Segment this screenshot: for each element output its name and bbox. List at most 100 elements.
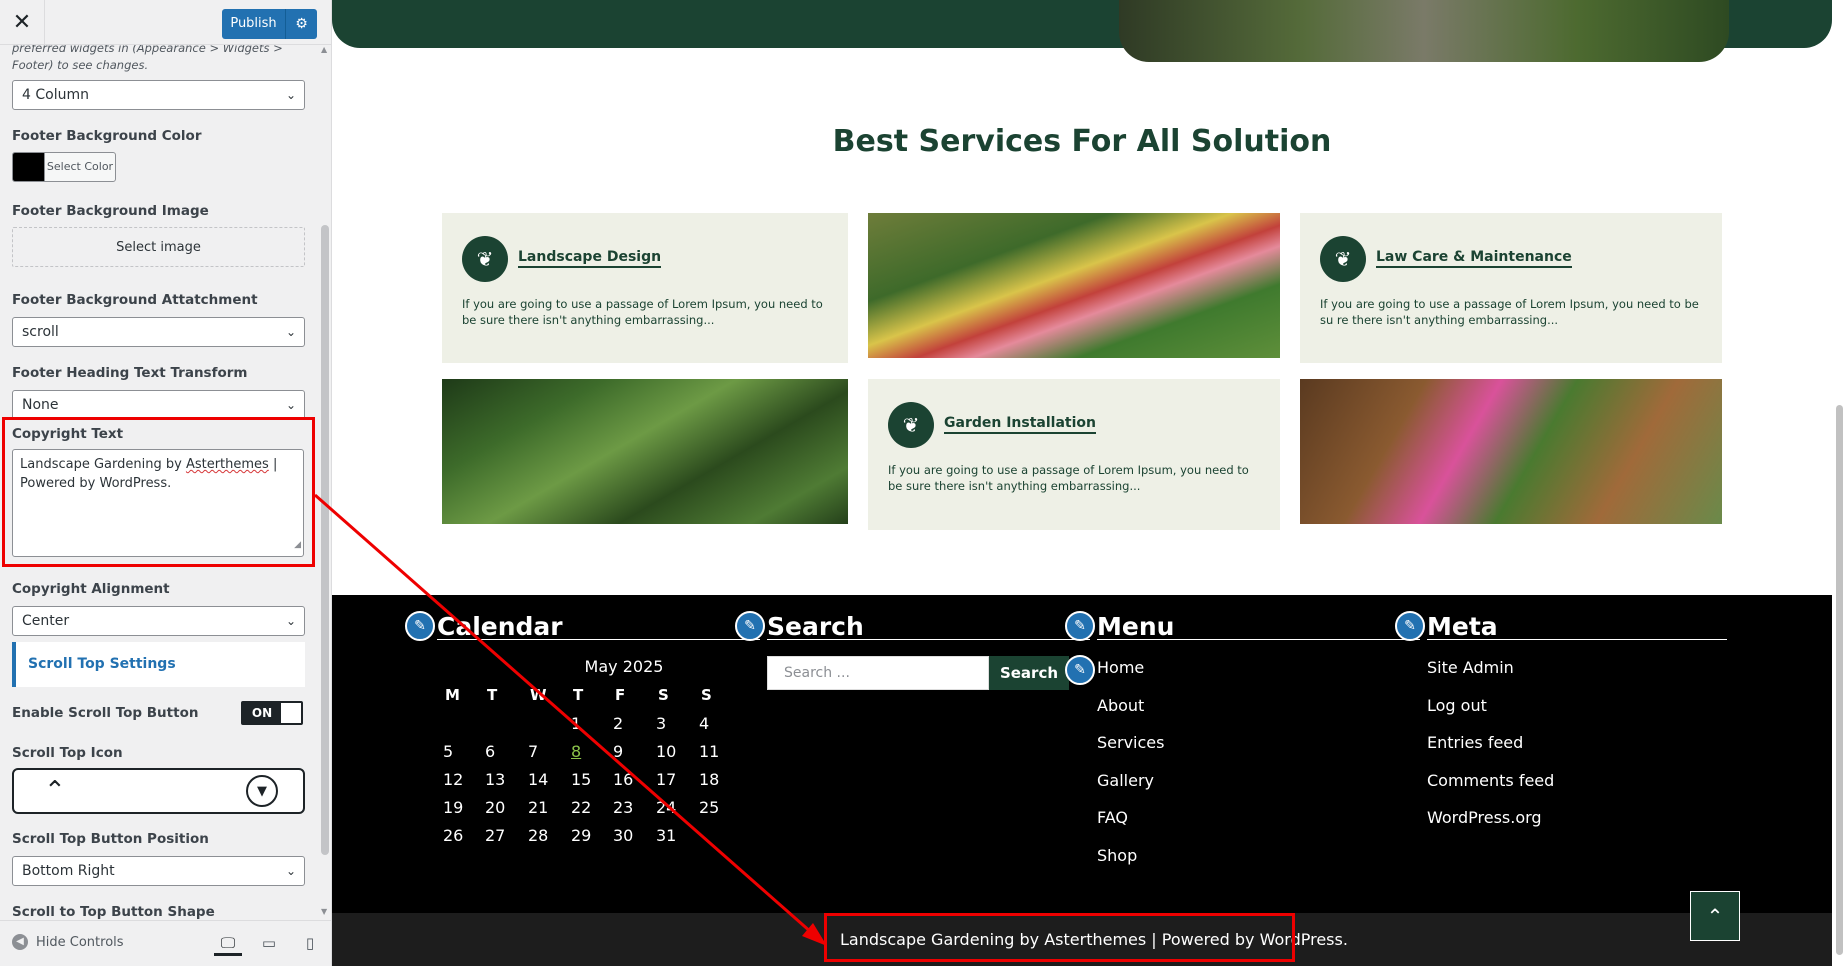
edit-widget-pencil-icon[interactable]: ✎: [735, 611, 765, 641]
footer-heading-transform-select[interactable]: None ⌄: [12, 390, 305, 420]
edit-widget-pencil-icon[interactable]: ✎: [405, 611, 435, 641]
calendar-day[interactable]: 5: [443, 742, 453, 761]
footer-bg-attachment-label: Footer Background Attatchment: [12, 292, 258, 308]
calendar-day[interactable]: 6: [485, 742, 495, 761]
service-card-title-link[interactable]: Landscape Design: [518, 249, 662, 268]
resize-handle-icon[interactable]: ◢: [294, 536, 301, 555]
chevron-down-icon: ⌄: [285, 614, 296, 628]
edit-widget-pencil-icon[interactable]: ✎: [1065, 611, 1095, 641]
scroll-down-arrow-icon[interactable]: ▼: [321, 907, 327, 916]
calendar-day[interactable]: 24: [656, 798, 676, 817]
meta-widget-title: Meta: [1427, 612, 1498, 641]
sidebar-scrollbar[interactable]: ▲ ▼: [318, 45, 331, 920]
color-swatch[interactable]: [13, 153, 44, 181]
footer-menu-link[interactable]: Gallery: [1097, 771, 1154, 790]
calendar-day[interactable]: 16: [613, 770, 633, 789]
calendar-weekday: F: [615, 686, 626, 704]
preview-scrollbar[interactable]: [1832, 0, 1846, 966]
calendar-day[interactable]: 3: [656, 714, 666, 733]
calendar-day[interactable]: 7: [528, 742, 538, 761]
desktop-preview-icon[interactable]: 🖵: [214, 930, 242, 956]
tablet-preview-icon[interactable]: ▭: [255, 930, 283, 956]
close-icon: ✕: [12, 10, 32, 35]
publish-button-group: Publish ⚙: [222, 9, 317, 39]
footer-meta-link[interactable]: Entries feed: [1427, 733, 1523, 752]
spellcheck-word: Asterthemes: [185, 457, 269, 472]
calendar-day[interactable]: 27: [485, 826, 505, 845]
calendar-day[interactable]: 2: [613, 714, 623, 733]
footer-bg-attachment-select[interactable]: scroll ⌄: [12, 317, 305, 347]
calendar-day[interactable]: 26: [443, 826, 463, 845]
footer-meta-link[interactable]: Site Admin: [1427, 658, 1514, 677]
mobile-preview-icon[interactable]: ▯: [296, 930, 324, 956]
calendar-day[interactable]: 4: [699, 714, 709, 733]
footer-menu-link[interactable]: About: [1097, 696, 1144, 715]
forest-photo: [442, 379, 848, 524]
footer-menu-link[interactable]: FAQ: [1097, 808, 1128, 827]
calendar-day[interactable]: 22: [571, 798, 591, 817]
copyright-textarea-line1: Landscape Gardening by Asterthemes |: [20, 455, 296, 474]
scroll-top-position-select[interactable]: Bottom Right ⌄: [12, 856, 305, 886]
service-card-title-link[interactable]: Garden Installation: [944, 415, 1096, 434]
footer-meta-link[interactable]: Log out: [1427, 696, 1487, 715]
search-title-underline: [767, 639, 1090, 640]
copyright-highlight-annotation: [824, 913, 1295, 962]
enable-scroll-top-toggle[interactable]: ON: [241, 701, 303, 725]
copyright-textarea[interactable]: Landscape Gardening by Asterthemes | Pow…: [12, 449, 304, 557]
footer-menu-link[interactable]: Services: [1097, 733, 1164, 752]
calendar-day[interactable]: 19: [443, 798, 463, 817]
calendar-day[interactable]: 23: [613, 798, 633, 817]
publish-settings-gear-icon[interactable]: ⚙: [286, 16, 317, 32]
calendar-day-today[interactable]: 8: [571, 742, 581, 761]
search-input[interactable]: Search ...: [767, 656, 989, 690]
search-button[interactable]: Search: [989, 656, 1069, 690]
chevron-down-circle-icon[interactable]: ▼: [246, 775, 278, 807]
calendar-day[interactable]: 12: [443, 770, 463, 789]
calendar-day[interactable]: 11: [699, 742, 719, 761]
close-customizer-button[interactable]: ✕: [0, 0, 45, 45]
calendar-day[interactable]: 14: [528, 770, 548, 789]
service-card-title-link[interactable]: Law Care & Maintenance: [1376, 249, 1572, 268]
scroll-top-settings-section[interactable]: Scroll Top Settings: [12, 642, 305, 687]
scroll-top-icon-picker[interactable]: ⌃ ▼: [12, 768, 305, 814]
publish-button[interactable]: Publish: [222, 9, 286, 39]
scroll-up-arrow-icon[interactable]: ▲: [321, 45, 327, 54]
site-preview: Best Services For All Solution ❦ Landsca…: [332, 0, 1846, 966]
calendar-day[interactable]: 20: [485, 798, 505, 817]
footer-heading-transform-value: None: [22, 397, 59, 413]
calendar-day[interactable]: 13: [485, 770, 505, 789]
service-card-text: If you are going to use a passage of Lor…: [1320, 297, 1699, 327]
edit-widget-pencil-icon[interactable]: ✎: [1395, 611, 1425, 641]
preview-scrollbar-thumb[interactable]: [1836, 405, 1843, 955]
calendar-day[interactable]: 21: [528, 798, 548, 817]
calendar-day[interactable]: 1: [571, 714, 581, 733]
sprout-icon: ❦: [888, 402, 934, 448]
footer-bg-color-picker[interactable]: Select Color: [12, 152, 116, 182]
footer-widgets-description: preferred widgets in (Appearance > Widge…: [12, 45, 283, 72]
hero-garden-image: [1119, 0, 1729, 62]
footer-columns-select[interactable]: 4 Column ⌄: [12, 80, 305, 110]
chevron-down-icon: ⌄: [285, 88, 296, 102]
calendar-day[interactable]: 10: [656, 742, 676, 761]
edit-menu-pencil-icon[interactable]: ✎: [1065, 655, 1095, 685]
calendar-day[interactable]: 25: [699, 798, 719, 817]
scrollbar-thumb[interactable]: [321, 225, 329, 855]
scroll-to-top-button[interactable]: ⌃: [1690, 891, 1740, 941]
copyright-alignment-select[interactable]: Center ⌄: [12, 606, 305, 636]
calendar-day[interactable]: 9: [613, 742, 623, 761]
calendar-day[interactable]: 18: [699, 770, 719, 789]
calendar-day[interactable]: 30: [613, 826, 633, 845]
calendar-day[interactable]: 29: [571, 826, 591, 845]
footer-menu-link[interactable]: Shop: [1097, 846, 1137, 865]
footer-meta-link[interactable]: Comments feed: [1427, 771, 1554, 790]
hide-controls-button[interactable]: ◀ Hide Controls: [12, 934, 124, 950]
menu-title-underline: [1097, 639, 1420, 640]
footer-menu-link[interactable]: Home: [1097, 658, 1144, 677]
footer-meta-link[interactable]: WordPress.org: [1427, 808, 1542, 827]
calendar-day[interactable]: 15: [571, 770, 591, 789]
calendar-day[interactable]: 17: [656, 770, 676, 789]
select-image-button[interactable]: Select image: [12, 227, 305, 267]
calendar-day[interactable]: 28: [528, 826, 548, 845]
select-color-button[interactable]: Select Color: [44, 153, 115, 181]
calendar-day[interactable]: 31: [656, 826, 676, 845]
